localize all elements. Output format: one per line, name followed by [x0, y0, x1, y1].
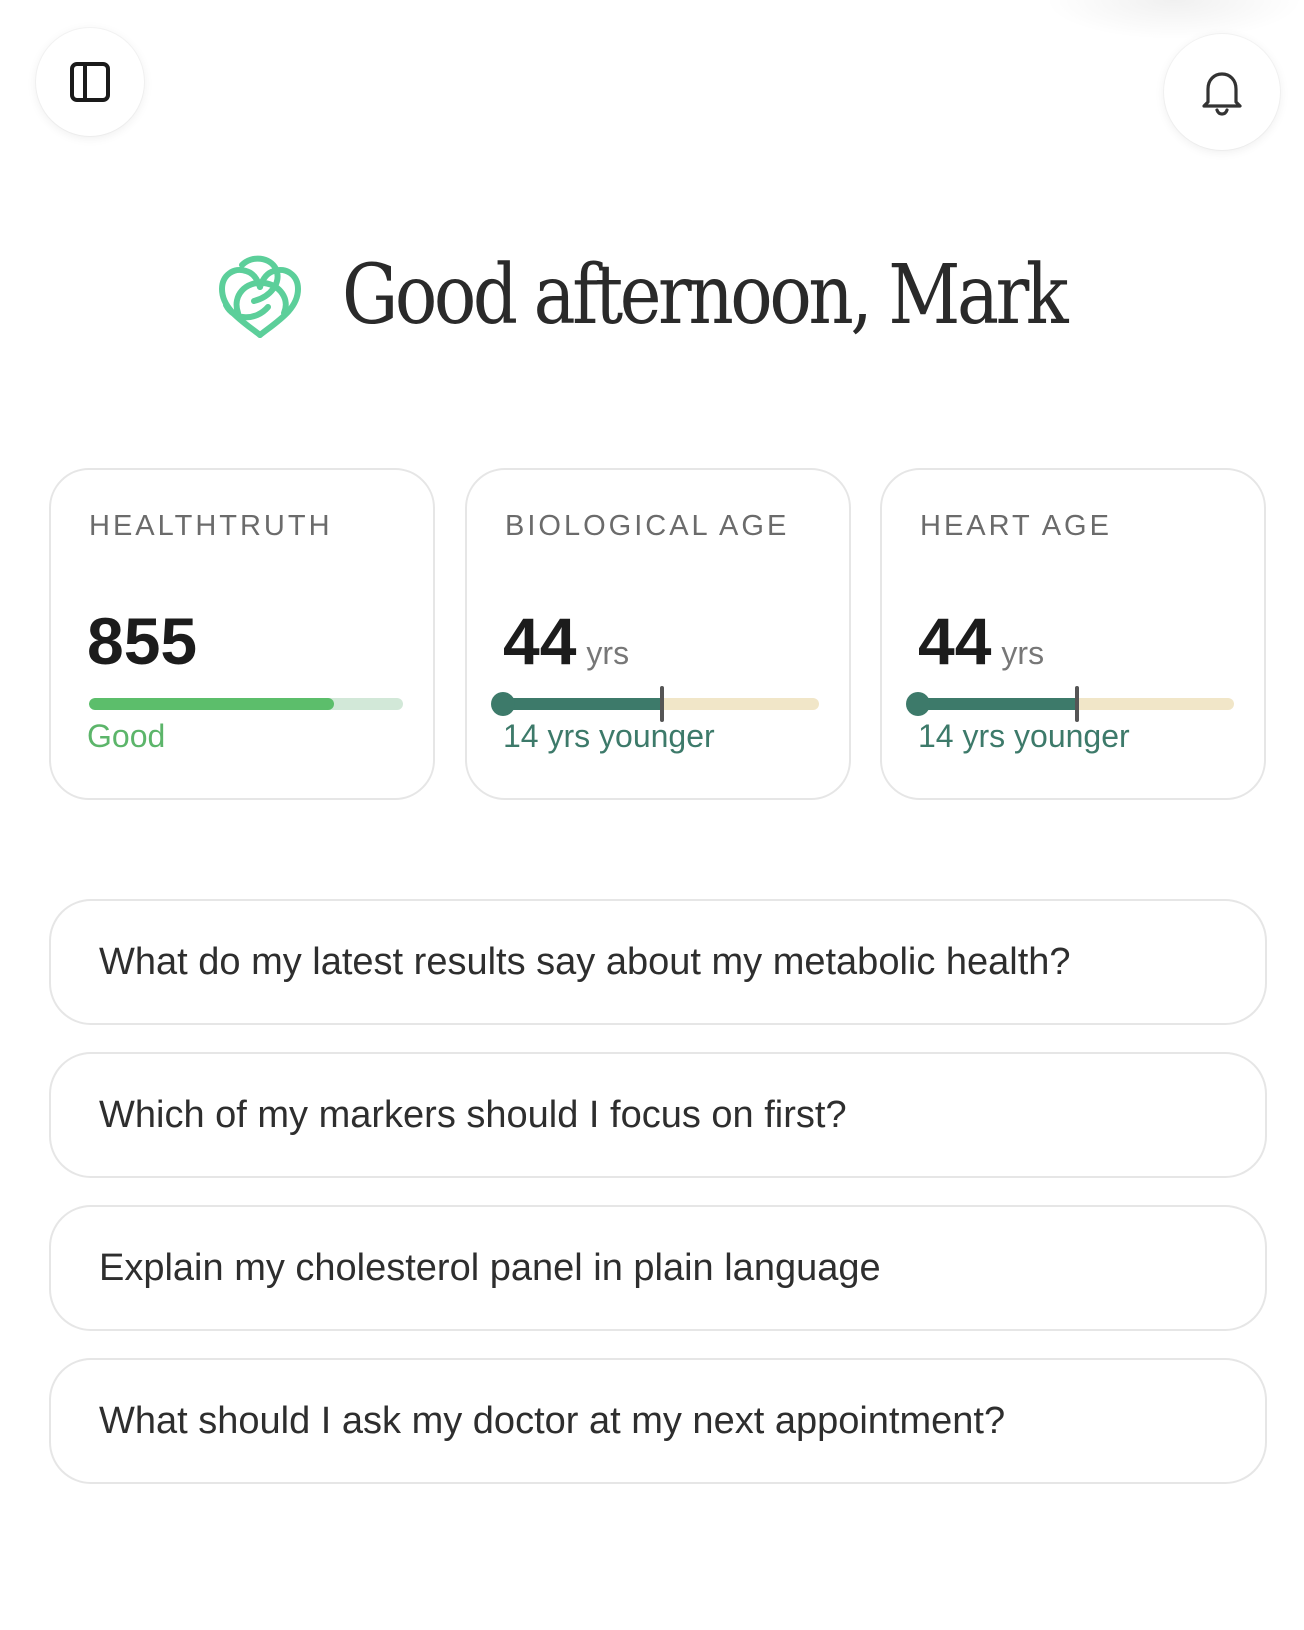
card-value-number: 44: [918, 604, 992, 678]
sidebar-toggle-icon: [70, 62, 110, 102]
card-value-number: 44: [503, 604, 577, 678]
card-value: 44 yrs: [918, 608, 1044, 674]
top-edge-shadow: [1044, 0, 1304, 40]
card-status: 14 yrs younger: [503, 718, 715, 754]
card-unit: yrs: [1001, 635, 1045, 671]
card-status: Good: [87, 718, 166, 754]
healthtruth-card[interactable]: HEALTHTRUTH 855 Good: [49, 468, 435, 800]
sidebar-toggle-button[interactable]: [36, 28, 144, 136]
age-bar: [906, 686, 1234, 722]
heart-age-card[interactable]: HEART AGE 44 yrs 14 yrs younger: [880, 468, 1266, 800]
age-bar-start-dot: [491, 692, 515, 716]
age-bar-fill: [920, 698, 1077, 710]
suggested-prompt[interactable]: Which of my markers should I focus on fi…: [49, 1052, 1267, 1178]
suggested-prompt[interactable]: What should I ask my doctor at my next a…: [49, 1358, 1267, 1484]
suggested-prompt[interactable]: Explain my cholesterol panel in plain la…: [49, 1205, 1267, 1331]
age-bar-start-dot: [906, 692, 930, 716]
biological-age-card[interactable]: BIOLOGICAL AGE 44 yrs 14 yrs younger: [465, 468, 851, 800]
age-bar-marker: [660, 686, 664, 722]
age-bar: [491, 686, 819, 722]
card-value-number: 855: [87, 604, 198, 678]
greeting: Good afternoon, Mark: [0, 248, 1304, 343]
card-value: 855: [87, 608, 197, 674]
notifications-button[interactable]: [1164, 34, 1280, 150]
card-status: 14 yrs younger: [918, 718, 1130, 754]
score-bar: [89, 698, 403, 710]
card-unit: yrs: [586, 635, 630, 671]
score-bar-fill: [89, 698, 334, 710]
card-label: HEART AGE: [920, 510, 1112, 542]
card-label: HEALTHTRUTH: [89, 510, 333, 542]
card-label: BIOLOGICAL AGE: [505, 510, 790, 542]
age-bar-fill: [505, 698, 662, 710]
bell-icon: [1202, 72, 1242, 116]
card-value: 44 yrs: [503, 608, 629, 674]
greeting-title: Good afternoon, Mark: [341, 248, 1069, 343]
heart-knot-logo: [218, 255, 301, 338]
suggested-prompt[interactable]: What do my latest results say about my m…: [49, 899, 1267, 1025]
age-bar-marker: [1075, 686, 1079, 722]
